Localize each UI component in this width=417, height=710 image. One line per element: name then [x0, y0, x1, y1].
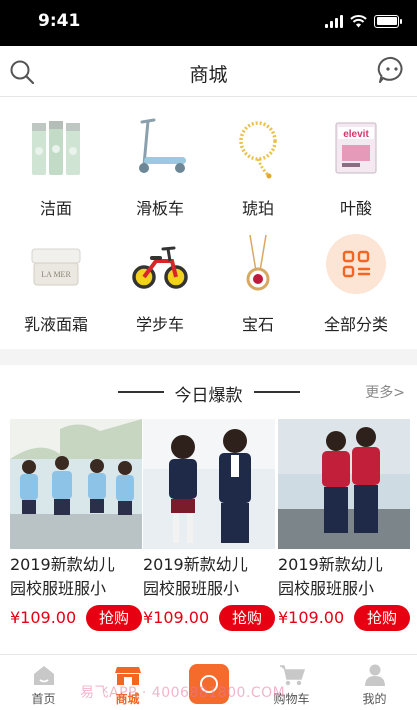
- scooter-image: [139, 118, 186, 173]
- tab-label: 首页: [31, 692, 56, 706]
- chat-bubble-icon[interactable]: [377, 55, 407, 85]
- product-card[interactable]: 2019新款幼儿 园校服班服小 ¥109.00 抢购: [278, 419, 410, 654]
- page-title: 商城: [189, 64, 228, 86]
- category-cleanser[interactable]: 洁面: [4, 97, 108, 218]
- category-grid: 洁面 滑板车 琥珀 elevit 叶酸 LA MER 乳液面霜 学步车 宝石 全…: [0, 97, 417, 349]
- home-icon: [34, 666, 54, 685]
- gem-pendant-image: [246, 234, 270, 291]
- product-card[interactable]: 2019新款幼儿 园校服班服小 ¥109.00 抢购: [10, 419, 142, 654]
- status-icons: [325, 14, 402, 28]
- tab-label: 我的: [362, 692, 387, 706]
- product-name: 2019新款幼儿 园校服班服小: [10, 555, 115, 598]
- app-header: 商城: [0, 46, 417, 97]
- tab-profile[interactable]: 我的: [333, 655, 416, 710]
- product-name: 2019新款幼儿 园校服班服小: [278, 555, 383, 598]
- category-label: 全部分类: [323, 315, 388, 334]
- category-scooter[interactable]: 滑板车: [108, 97, 212, 218]
- product-image: [278, 419, 410, 549]
- buy-button[interactable]: 抢购: [86, 605, 142, 631]
- category-amber[interactable]: 琥珀: [206, 97, 310, 218]
- category-cream[interactable]: LA MER 乳液面霜: [4, 213, 108, 334]
- amber-necklace-image: [239, 121, 277, 179]
- battery-icon: [374, 14, 402, 28]
- category-folic-acid[interactable]: elevit 叶酸: [304, 97, 408, 218]
- wifi-icon: [350, 14, 367, 27]
- product-name: 2019新款幼儿 园校服班服小: [143, 555, 248, 598]
- cream-jar-image: LA MER: [31, 248, 81, 286]
- product-price: ¥109.00: [143, 608, 210, 627]
- balance-bike-image: [132, 246, 188, 289]
- buy-button[interactable]: 抢购: [219, 605, 275, 631]
- category-all[interactable]: 全部分类: [304, 213, 408, 334]
- folic-acid-box-image: elevit: [335, 122, 377, 174]
- product-image: [10, 419, 142, 549]
- category-label: 乳液面霜: [23, 315, 88, 334]
- category-label: 宝石: [241, 315, 274, 334]
- divider: [254, 391, 300, 393]
- user-icon: [365, 664, 385, 686]
- svg-text:elevit: elevit: [343, 129, 369, 140]
- signal-icon: [325, 14, 343, 28]
- watermark: 易飞APP · 4006881800.COM: [80, 685, 286, 701]
- grid-category-icon: [326, 234, 386, 294]
- tab-home[interactable]: 首页: [2, 655, 85, 710]
- status-time: 9:41: [38, 11, 81, 31]
- product-card[interactable]: 2019新款幼儿 园校服班服小 ¥109.00 抢购: [143, 419, 275, 654]
- product-price: ¥109.00: [278, 608, 345, 627]
- category-balance-bike[interactable]: 学步车: [108, 213, 212, 334]
- category-gem[interactable]: 宝石: [206, 213, 310, 334]
- more-link[interactable]: 更多>: [365, 382, 405, 402]
- section-header: 今日爆款: [0, 379, 417, 406]
- buy-button[interactable]: 抢购: [354, 605, 410, 631]
- category-label: 学步车: [135, 315, 184, 334]
- svg-text:LA MER: LA MER: [41, 270, 71, 279]
- status-bar: 9:41: [0, 0, 417, 46]
- hot-deals-section: 今日爆款 更多> 2019新款幼儿 园校服班服小 ¥109.00 抢购 2019…: [0, 365, 417, 654]
- section-title: 今日爆款: [174, 386, 243, 406]
- cleanser-bottles-image: [32, 121, 80, 175]
- product-image: [143, 419, 275, 549]
- product-price: ¥109.00: [10, 608, 77, 627]
